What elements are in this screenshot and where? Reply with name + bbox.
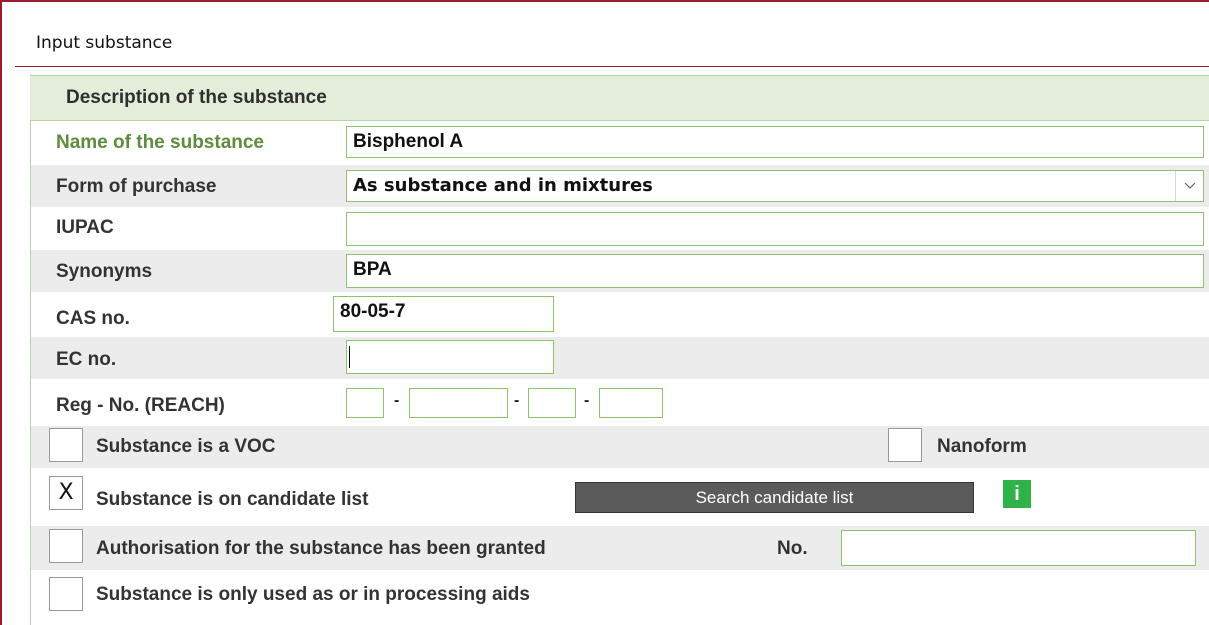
text-cursor: [349, 346, 350, 368]
synonyms-field[interactable]: BPA: [346, 254, 1204, 288]
section-header: Description of the substance: [30, 75, 1209, 121]
reg-part-1[interactable]: [346, 388, 384, 418]
name-label: Name of the substance: [56, 132, 264, 153]
ec-field[interactable]: [346, 340, 554, 374]
voc-label: Substance is a VOC: [96, 436, 276, 457]
iupac-label: IUPAC: [56, 217, 114, 238]
authorisation-label: Authorisation for the substance has been…: [96, 538, 546, 559]
nanoform-label: Nanoform: [937, 436, 1027, 457]
authorisation-no-field[interactable]: [841, 530, 1196, 566]
info-icon[interactable]: i: [1003, 480, 1031, 508]
synonyms-label: Synonyms: [56, 261, 153, 282]
iupac-field[interactable]: [346, 212, 1204, 246]
ec-label: EC no.: [56, 349, 117, 370]
reg-separator: -: [514, 392, 520, 409]
reg-part-2[interactable]: [409, 388, 508, 418]
authorisation-no-label: No.: [777, 538, 808, 559]
title-divider: [15, 66, 1209, 67]
reg-separator: -: [394, 392, 400, 409]
form-select-value: As substance and in mixtures: [353, 175, 653, 196]
cas-field[interactable]: 80-05-7: [333, 296, 554, 332]
name-field[interactable]: Bisphenol A: [346, 126, 1204, 158]
reg-label: Reg - No. (REACH): [56, 395, 225, 416]
reg-separator: -: [584, 392, 590, 409]
voc-checkbox[interactable]: [49, 428, 83, 462]
nanoform-checkbox[interactable]: [888, 428, 922, 462]
chevron-down-icon[interactable]: [1175, 171, 1203, 201]
ec-row: EC no.: [31, 337, 1209, 379]
search-candidate-button[interactable]: Search candidate list: [575, 482, 974, 513]
candidate-checkbox[interactable]: X: [49, 476, 83, 510]
window-title: Input substance: [36, 33, 173, 53]
cas-label: CAS no.: [56, 308, 130, 329]
voc-row: Substance is a VOC Nanoform: [31, 426, 1209, 468]
candidate-label: Substance is on candidate list: [96, 489, 369, 510]
section-title: Description of the substance: [66, 87, 327, 108]
processing-checkbox[interactable]: [49, 577, 83, 611]
form-select[interactable]: As substance and in mixtures: [346, 170, 1204, 202]
cas-row: CAS no.: [31, 293, 1209, 337]
processing-row: Substance is only used as or in processi…: [31, 572, 1209, 616]
processing-label: Substance is only used as or in processi…: [96, 584, 530, 605]
reg-part-4[interactable]: [599, 388, 663, 418]
form-label: Form of purchase: [56, 176, 217, 197]
reg-part-3[interactable]: [528, 388, 576, 418]
authorisation-checkbox[interactable]: [49, 529, 83, 563]
